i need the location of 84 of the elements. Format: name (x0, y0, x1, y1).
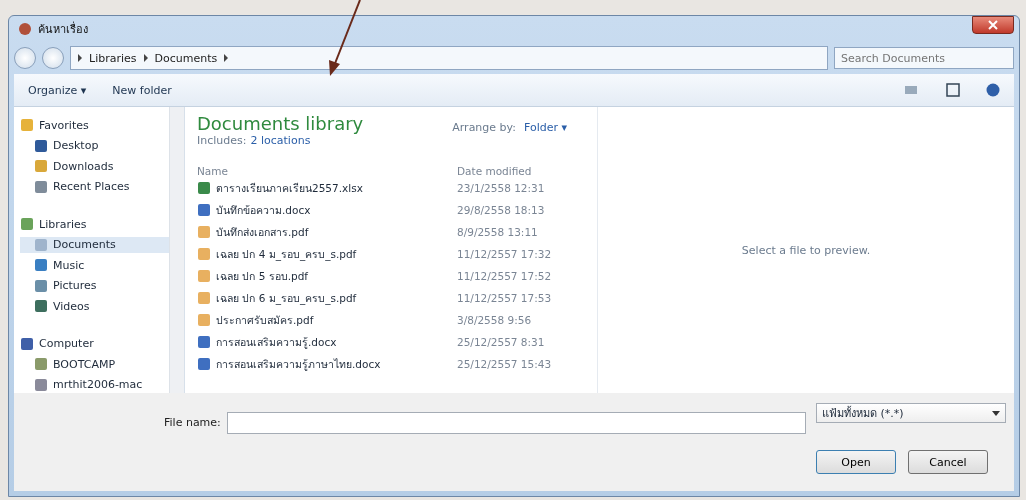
sidebar-group[interactable]: Libraries (20, 216, 169, 233)
location-icon (34, 278, 48, 293)
sidebar-item[interactable]: Music (20, 257, 169, 274)
address-bar[interactable]: Libraries Documents (70, 46, 828, 70)
sidebar-group[interactable]: Computer (20, 335, 169, 353)
file-date: 11/12/2557 17:53 (457, 292, 553, 304)
chevron-icon (77, 54, 83, 62)
file-type-dropdown[interactable]: แฟ้มทั้งหมด (*.*) (816, 403, 1006, 423)
sidebar-group[interactable]: Favorites (20, 117, 169, 134)
help-icon[interactable] (986, 83, 1000, 97)
file-name-field[interactable] (226, 411, 806, 434)
pane-icon[interactable] (946, 83, 960, 97)
close-icon (988, 20, 998, 30)
column-header[interactable]: Date modified (457, 165, 567, 177)
preview-message: Select a file to preview. (741, 243, 871, 257)
file-date: 29/8/2558 18:13 (457, 204, 546, 216)
open-button[interactable]: Open (816, 450, 896, 474)
file-icon (197, 291, 211, 305)
breadcrumb[interactable]: Libraries (89, 51, 137, 65)
close-button[interactable] (972, 16, 1014, 34)
breadcrumb[interactable]: Documents (154, 51, 218, 65)
location-icon (34, 159, 48, 174)
sidebar-item[interactable]: Pictures (20, 277, 169, 295)
location-icon (34, 237, 48, 252)
file-name[interactable]: เฉลย ปก 5 รอบ.pdf (197, 267, 457, 285)
location-icon (34, 357, 48, 372)
sidebar-item[interactable]: mrthit2006-mac (20, 376, 169, 394)
view-icon[interactable] (904, 84, 920, 96)
group-icon (20, 118, 34, 133)
file-icon (197, 357, 211, 371)
sidebar-item[interactable]: Downloads (20, 158, 169, 175)
includes-label: Includes: (197, 134, 247, 147)
library-title: Documents library (197, 113, 364, 134)
caret-icon (992, 410, 1000, 416)
file-date: 25/12/2557 15:43 (457, 358, 553, 370)
file-name[interactable]: ประกาศรับสมัคร.pdf (197, 311, 457, 329)
organize-button[interactable]: Organize ▾ (28, 83, 87, 97)
cancel-button[interactable]: Cancel (908, 450, 988, 474)
sidebar-item[interactable]: BOOTCAMP (20, 356, 169, 373)
file-date: 11/12/2557 17:52 (457, 270, 553, 282)
scrollbar[interactable] (169, 107, 184, 393)
location-icon (34, 258, 48, 273)
chevron-icon (223, 54, 230, 62)
sidebar-item[interactable]: Videos (20, 298, 169, 315)
file-name-label: File name: (164, 416, 221, 429)
location-icon (34, 299, 48, 314)
column-header[interactable]: Name (197, 165, 457, 177)
location-icon (34, 179, 48, 194)
file-name[interactable]: เฉลย ปก 6 ม_รอบ_ครบ_s.pdf (197, 289, 457, 307)
arrange-label: Arrange by: (452, 121, 516, 136)
file-name[interactable]: การสอนเสริมความรู้.docx (197, 333, 457, 351)
file-name[interactable]: บันทึกส่งเอกสาร.pdf (197, 223, 457, 241)
locations-link[interactable]: 2 locations (250, 134, 311, 147)
file-name[interactable]: ตารางเรียนภาคเรียน2557.xlsx (197, 179, 457, 197)
file-date: 11/12/2557 17:32 (457, 248, 553, 260)
back-button[interactable] (14, 47, 36, 69)
file-date: 23/1/2558 12:31 (457, 182, 546, 194)
file-icon (197, 335, 211, 349)
new-folder-button[interactable]: New folder (112, 83, 172, 97)
file-icon (197, 247, 211, 261)
file-name[interactable]: บันทึกข้อความ.docx (197, 201, 457, 219)
file-icon (197, 225, 211, 239)
location-icon (34, 377, 48, 392)
file-icon (197, 203, 211, 217)
search-field[interactable]: Search Documents (834, 47, 1014, 69)
file-name[interactable]: เฉลย ปก 4 ม_รอบ_ครบ_s.pdf (197, 245, 457, 263)
file-icon (197, 181, 211, 195)
group-icon (20, 217, 34, 232)
file-date: 8/9/2558 13:11 (457, 226, 539, 238)
arrange-dropdown[interactable]: Folder ▾ (524, 121, 567, 147)
sidebar-item[interactable]: Recent Places (20, 178, 169, 196)
app-icon (18, 22, 32, 36)
file-date: 3/8/2558 9:56 (457, 314, 533, 326)
file-icon (197, 313, 211, 327)
file-name[interactable]: การสอนเสริมความรู้ภาษาไทย.docx (197, 355, 457, 373)
file-date: 25/12/2557 8:31 (457, 336, 546, 348)
chevron-icon (142, 54, 149, 62)
forward-button[interactable] (42, 47, 64, 69)
sidebar-item[interactable]: Documents (20, 236, 169, 254)
location-icon (34, 138, 48, 153)
window-title: ค้นหาเรื่อง (38, 20, 89, 38)
group-icon (20, 336, 34, 351)
file-icon (197, 269, 211, 283)
sidebar-item[interactable]: Desktop (20, 137, 169, 155)
